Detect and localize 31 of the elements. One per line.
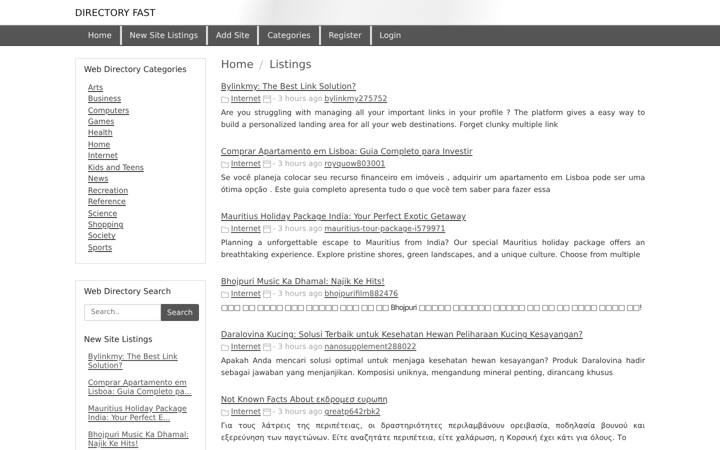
listing-title-link[interactable]: Comprar Apartamento em Lisboa: Guia Completo para Investir [221, 147, 472, 157]
nav-link-item[interactable]: Categories [259, 26, 321, 45]
calendar-icon [262, 225, 271, 233]
breadcrumb-link[interactable]: Home [221, 58, 254, 71]
breadcrumb-separator-icon [259, 60, 264, 70]
folder-icon [221, 160, 229, 168]
calendar-icon [262, 408, 271, 416]
nav-link-item[interactable]: Add Site [208, 26, 260, 45]
calendar-icon [262, 160, 271, 168]
calendar-icon [262, 290, 271, 298]
nav-link-item[interactable]: Register [320, 26, 372, 45]
folder-icon [221, 408, 229, 416]
folder-icon [221, 226, 229, 232]
folder-icon [221, 290, 229, 298]
nav-link-item[interactable]: Home [80, 26, 122, 45]
breadcrumb-current: Listings [269, 58, 312, 71]
panel-heading: Web Directory Categories [84, 65, 188, 75]
site-title: DIRECTORY FAST [75, 7, 156, 21]
calendar-icon [262, 95, 271, 103]
nav-link-item[interactable]: New Site Listings [122, 26, 208, 45]
calendar-icon [262, 343, 271, 351]
nav-link-item[interactable]: Login [372, 26, 410, 45]
listing-title-link[interactable]: Bhojpuri Music Ka Dhamal: Najik Ke Hits! [221, 277, 385, 287]
folder-icon [221, 96, 229, 102]
listing-title-link[interactable]: Not Known Facts About εκδρομεσ ευρωπη [221, 395, 388, 405]
panel-heading: Web Directory Search [84, 287, 172, 297]
listing-title-link[interactable]: Daralovina Kucing: Solusi Terbaik untuk Kesehatan Hewan Peliharaan Kucing Kesayangan? [221, 330, 583, 340]
listing-title-link[interactable]: Mauritius Holiday Package India: Your Perfect Exotic Getaway [221, 212, 466, 222]
folder-icon [221, 344, 229, 350]
listing-title-link[interactable]: Bylinkmy: The Best Link Solution? [221, 82, 356, 92]
panel-heading: New Site Listings [84, 334, 154, 345]
